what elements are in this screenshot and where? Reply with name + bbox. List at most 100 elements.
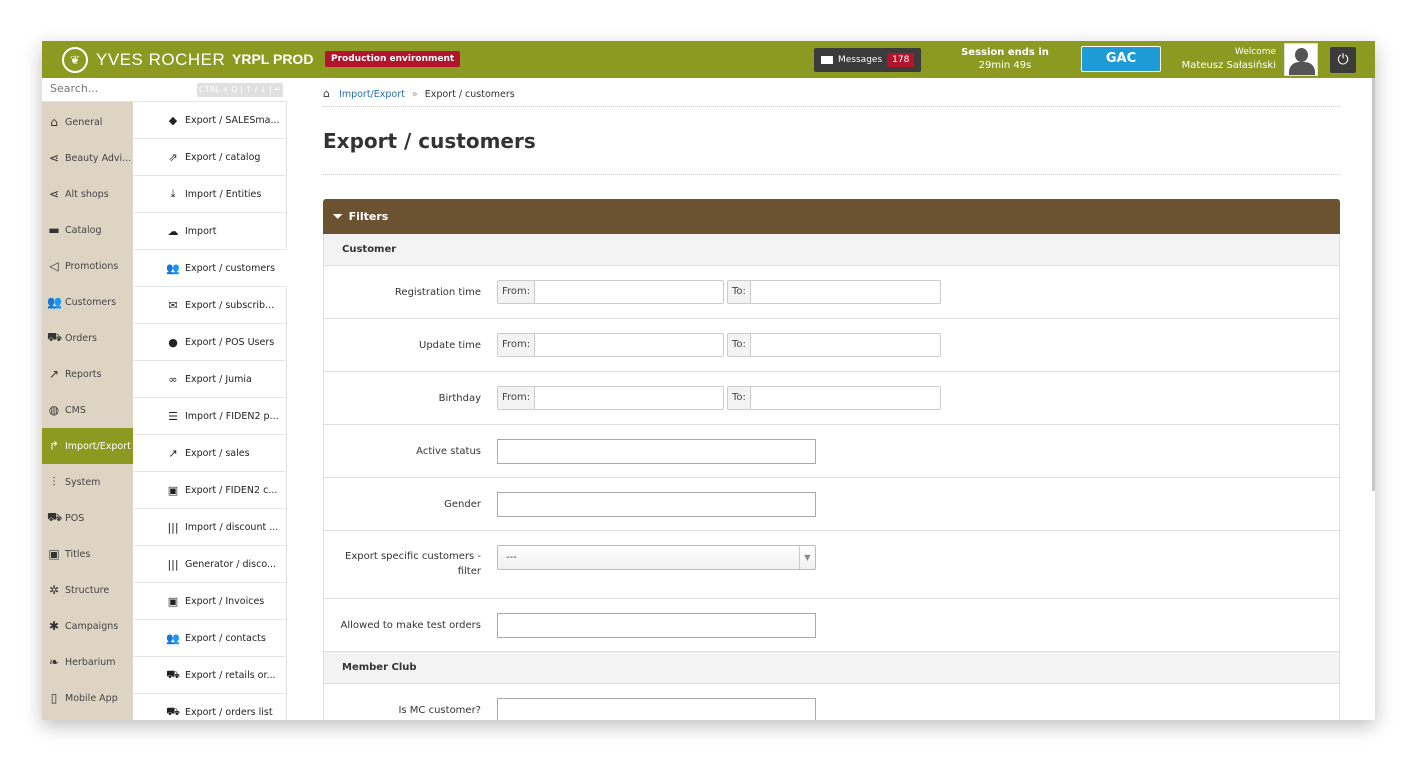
users-icon: 👥 — [47, 295, 62, 309]
export-specific-label-line2: filter — [457, 566, 481, 577]
download-icon: ⤓ — [170, 187, 176, 200]
sidebar-item-alt-shops[interactable]: ⋖ Alt shops — [42, 176, 133, 212]
registration-from-field[interactable]: From: — [497, 280, 724, 304]
subnav-item[interactable]: ◆ Export / SALESma... — [133, 102, 287, 139]
mc-customer-label: Is MC customer? — [398, 705, 481, 716]
sidebar-item-beauty-advi[interactable]: ⋖ Beauty Advi... — [42, 140, 133, 176]
subnav-item[interactable]: ☰ Import / FIDEN2 p... — [133, 398, 287, 435]
home-icon[interactable]: ⌂ — [323, 87, 330, 100]
phone-icon: ▯ — [50, 691, 58, 705]
messages-button[interactable]: Messages 178 — [814, 48, 921, 72]
sidebar-item-import-export[interactable]: ↱ Import/Export — [42, 428, 133, 464]
sidebar-item-system[interactable]: ⫶ System — [42, 464, 133, 500]
subnav-item-label: Generator / disco... — [185, 558, 277, 570]
subnav-item[interactable]: 👥 Export / contacts — [133, 620, 287, 657]
subnav-item-label: Import / discount ... — [185, 521, 279, 533]
cart-icon: ⛟ — [166, 667, 180, 681]
sidebar-item-titles[interactable]: ▣ Titles — [42, 536, 133, 572]
logout-power-icon[interactable]: ⏻ — [1330, 47, 1356, 73]
subnav-item[interactable]: ☁ Import — [133, 213, 287, 250]
subnav-item-label: Export / retails or... — [185, 669, 276, 681]
search-input[interactable] — [50, 82, 190, 95]
breadcrumb-parent-link[interactable]: Import/Export — [339, 89, 405, 100]
sidebar-item-orders[interactable]: ⛟ Orders — [42, 320, 133, 356]
birthday-from-field[interactable]: From: — [497, 386, 724, 410]
tag-icon: ◆ — [168, 113, 178, 127]
subnav-item[interactable]: ⛟ Export / orders list — [133, 694, 287, 720]
brand-logo[interactable]: ❦ YVES ROCHER — [62, 46, 225, 74]
subnav-item[interactable]: ||| Import / discount ... — [133, 509, 287, 546]
asterisk-icon: ✱ — [48, 619, 60, 633]
sidebar-item-label: Reports — [65, 368, 102, 380]
subnav-item[interactable]: ▣ Export / FIDEN2 c... — [133, 472, 287, 509]
sidebar-item-herbarium[interactable]: ❧ Herbarium — [42, 644, 133, 680]
sliders-icon: ⫶ — [52, 474, 56, 489]
sidebar-item-label: Beauty Advi... — [65, 152, 132, 164]
search-shortcut-hint: CTRL + Q | ↑ / ↓ | ↵ — [197, 83, 283, 97]
subnav-item[interactable]: ∞ Export / Jumia — [133, 361, 287, 398]
id-card-icon: ▣ — [167, 594, 179, 608]
barcode-icon: ||| — [167, 520, 179, 534]
subnav-item[interactable]: ⛟ Export / retails or... — [133, 657, 287, 694]
subnav-item[interactable]: 👥 Export / customers — [133, 250, 287, 287]
sidebar-item-label: Import/Export — [65, 440, 131, 452]
sidebar-item-reports[interactable]: ↗ Reports — [42, 356, 133, 392]
registration-time-label: Registration time — [394, 287, 481, 298]
filters-panel-header[interactable]: ⏷ Filters — [323, 199, 1340, 234]
update-to-field[interactable]: To: — [727, 333, 941, 357]
share-icon: ⋖ — [48, 151, 60, 165]
export-specific-select[interactable]: --- ▼ — [497, 545, 816, 570]
subnav-item[interactable]: ||| Generator / disco... — [133, 546, 287, 583]
subnav-item[interactable]: ▣ Export / Invoices — [133, 583, 287, 620]
subnav-item[interactable]: ✉ Export / subscrib... — [133, 287, 287, 324]
to-label: To: — [728, 281, 751, 303]
sidebar-item-cms[interactable]: ◍ CMS — [42, 392, 133, 428]
avatar[interactable] — [1284, 43, 1318, 76]
export-specific-label: Export specific customers - filter — [324, 549, 481, 579]
chevron-down-icon: ▼ — [799, 546, 815, 569]
sidebar-item-pos[interactable]: ⛟ POS — [42, 500, 133, 536]
chart-icon: ↗ — [48, 367, 60, 381]
envelope-icon — [821, 56, 833, 64]
cloud-icon: ☁ — [167, 224, 179, 238]
active-status-input[interactable] — [497, 439, 816, 464]
page-scrollbar[interactable] — [1372, 78, 1375, 491]
sidebar-item-mobile-app[interactable]: ▯ Mobile App — [42, 680, 133, 716]
sidebar-item-structure[interactable]: ✲ Structure — [42, 572, 133, 608]
filter-row-gender: Gender — [323, 478, 1340, 531]
active-status-label: Active status — [416, 446, 481, 457]
mc-customer-input[interactable] — [497, 698, 816, 720]
sub-navigation: ◆ Export / SALESma... ⇗ Export / catalog ⤓ Im… — [133, 102, 287, 720]
sidebar-item-customers[interactable]: 👥 Customers — [42, 284, 133, 320]
gear-icon: ✲ — [48, 583, 60, 597]
sidebar-item-catalog[interactable]: ▬ Catalog — [42, 212, 133, 248]
session-title: Session ends in — [961, 47, 1049, 58]
update-from-field[interactable]: From: — [497, 333, 724, 357]
subnav-item[interactable]: ⇗ Export / catalog — [133, 139, 287, 176]
session-timer: Session ends in 29min 49s — [950, 46, 1060, 72]
welcome-label: Welcome — [1234, 47, 1276, 57]
envelope-icon: ✉ — [168, 298, 178, 312]
barcode-icon: ||| — [167, 557, 179, 571]
to-label: To: — [728, 387, 751, 409]
subnav-item[interactable]: ● Export / POS Users — [133, 324, 287, 361]
gender-input[interactable] — [497, 492, 816, 517]
birthday-to-field[interactable]: To: — [727, 386, 941, 410]
registration-to-field[interactable]: To: — [727, 280, 941, 304]
breadcrumb: ⌂ Import/Export » Export / customers — [323, 87, 515, 100]
sidebar-item-general[interactable]: ⌂ General — [42, 104, 133, 140]
from-label: From: — [498, 281, 536, 303]
sidebar-item-label: Titles — [65, 548, 91, 560]
subnav-item[interactable]: ↗ Export / sales — [133, 435, 287, 472]
subnav-item-label: Import / FIDEN2 p... — [185, 410, 279, 422]
sidebar-item-campaigns[interactable]: ✱ Campaigns — [42, 608, 133, 644]
user-welcome[interactable]: Welcome Mateusz Sałasiński — [1164, 46, 1276, 72]
filter-icon: ⏷ — [333, 209, 343, 223]
test-orders-input[interactable] — [497, 613, 816, 638]
sidebar-item-promotions[interactable]: ◁ Promotions — [42, 248, 133, 284]
export-icon: ⇗ — [168, 150, 178, 164]
gac-button[interactable]: GAC — [1081, 46, 1161, 72]
from-label: From: — [498, 387, 536, 409]
cart-icon: ⛟ — [47, 330, 63, 344]
subnav-item[interactable]: ⤓ Import / Entities — [133, 176, 287, 213]
